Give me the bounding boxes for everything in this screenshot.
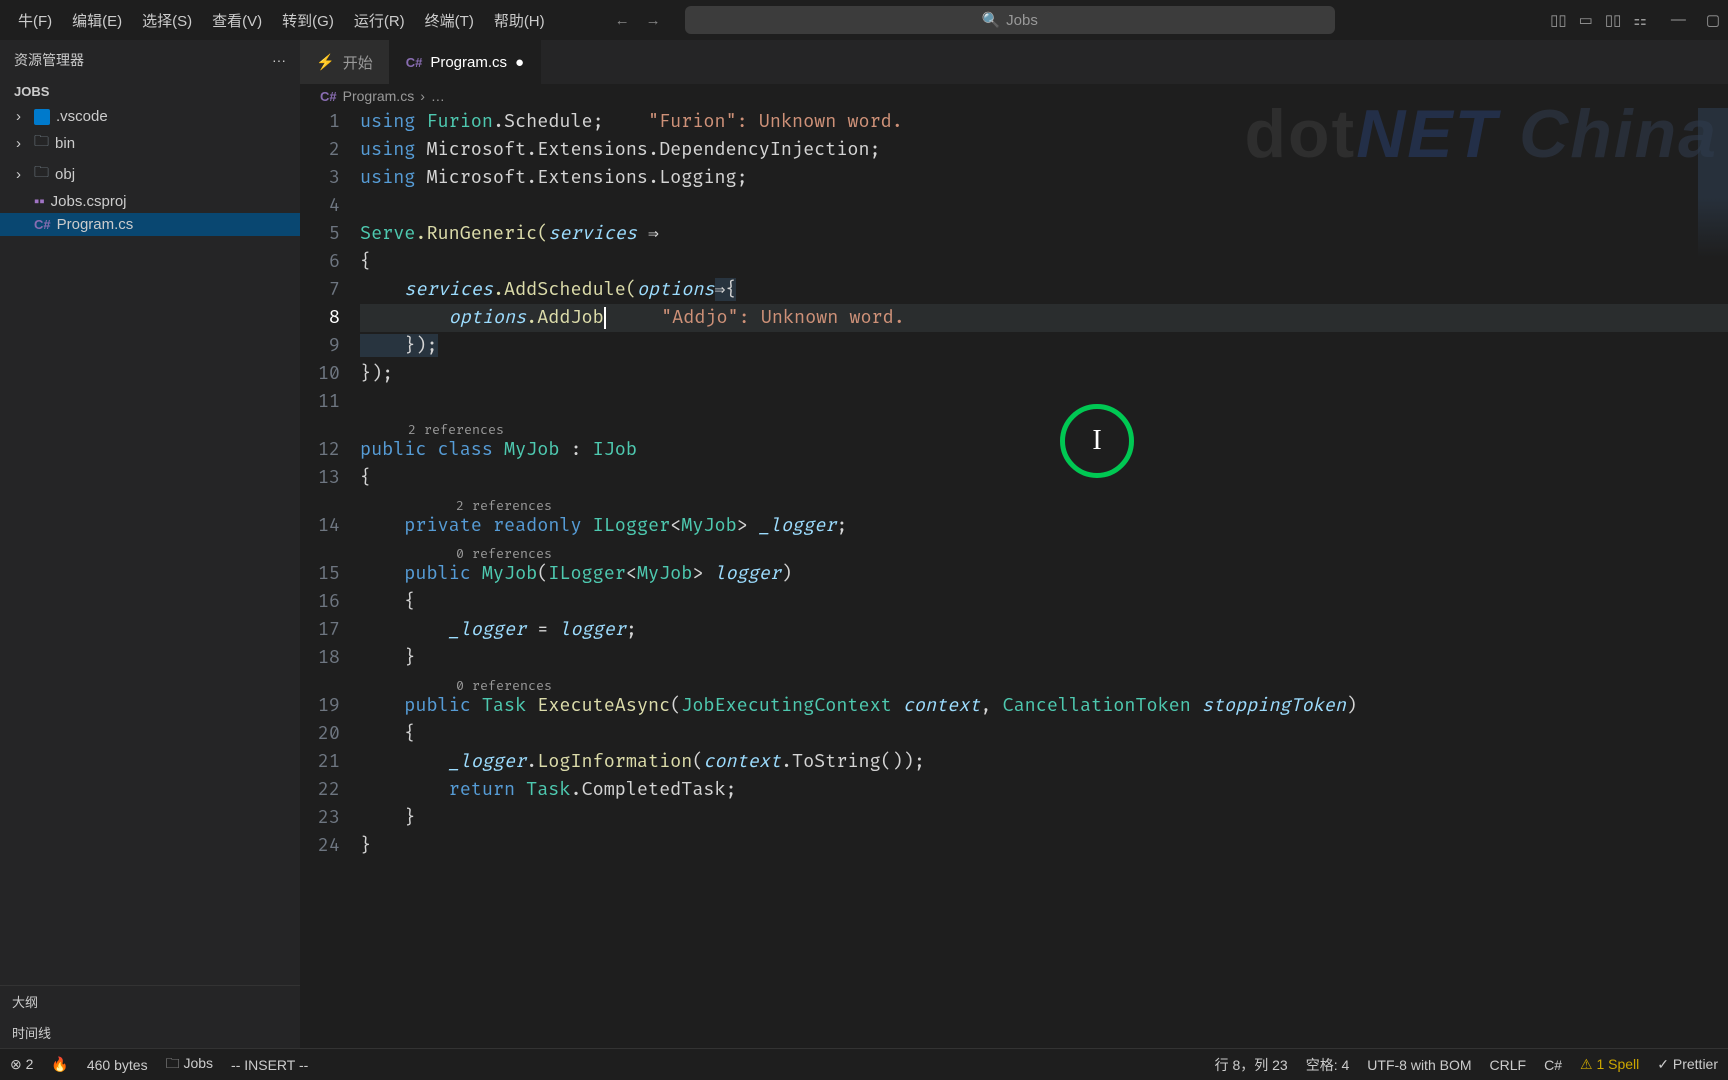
codelens[interactable]: 2 references (360, 492, 1728, 512)
menu-view[interactable]: 查看(V) (202, 6, 272, 35)
explorer-more-icon[interactable]: ··· (272, 52, 286, 68)
breadcrumb[interactable]: C# Program.cs › … (300, 84, 1728, 108)
layout-sidebar-left-icon[interactable]: ▯▯ (1546, 7, 1571, 33)
codelens[interactable]: 0 references (360, 672, 1728, 692)
menu-select[interactable]: 选择(S) (132, 6, 202, 35)
status-position[interactable]: 行 8，列 23 (1215, 1055, 1288, 1075)
tree-file-csproj[interactable]: ▪▪ Jobs.csproj (0, 190, 300, 213)
tab-start[interactable]: ⚡ 开始 (300, 40, 390, 84)
status-prettier[interactable]: ✓ Prettier (1657, 1056, 1718, 1073)
status-errors-icon[interactable]: ⊗ 2 (10, 1056, 33, 1073)
chevron-right-icon: › (16, 135, 28, 152)
folder-icon: 🗀 (34, 162, 49, 187)
status-bytes[interactable]: 460 bytes (87, 1057, 148, 1073)
status-encoding[interactable]: UTF-8 with BOM (1367, 1057, 1471, 1073)
search-text: Jobs (1006, 12, 1038, 29)
status-spell[interactable]: ⚠ 1 Spell (1580, 1056, 1639, 1073)
menu-terminal[interactable]: 终端(T) (415, 6, 484, 35)
line-gutter: 1 2 3 4 5 6 7 8 9 10 11 12 13 14 15 16 1… (300, 108, 360, 1048)
code-editor[interactable]: 1 2 3 4 5 6 7 8 9 10 11 12 13 14 15 16 1… (300, 108, 1728, 1048)
cs-file-icon: C# (406, 55, 423, 70)
chevron-right-icon: › (16, 108, 28, 125)
layout-sidebar-right-icon[interactable]: ▯▯ (1601, 7, 1626, 33)
cs-file-icon: C# (320, 89, 337, 104)
dirty-dot-icon: ● (515, 54, 524, 71)
status-eol[interactable]: CRLF (1490, 1057, 1527, 1073)
editor-area: dotNET China ⚡ 开始 C# Program.cs ● C# Pro… (300, 40, 1728, 1048)
codelens[interactable]: 0 references (360, 540, 1728, 560)
layout-customize-icon[interactable]: ⚏ (1629, 7, 1650, 33)
tree-file-program[interactable]: C# Program.cs (0, 213, 300, 236)
status-vim-mode: -- INSERT -- (231, 1057, 308, 1073)
tree-folder-bin[interactable]: › 🗀 bin (0, 128, 300, 159)
window-maximize-icon[interactable]: ▢ (1706, 11, 1720, 29)
status-branch[interactable]: 🗀 Jobs (166, 1053, 213, 1077)
menu-file[interactable]: 牛(F) (8, 6, 62, 35)
menu-edit[interactable]: 编辑(E) (62, 6, 132, 35)
tab-program[interactable]: C# Program.cs ● (390, 40, 541, 84)
vscode-icon: ⚡ (316, 53, 335, 71)
command-center[interactable]: 🔍 Jobs (685, 6, 1335, 34)
tree-folder-obj[interactable]: › 🗀 obj (0, 159, 300, 190)
window-minimize-icon[interactable]: — (1671, 11, 1686, 29)
status-language[interactable]: C# (1544, 1057, 1562, 1073)
section-header[interactable]: JOBS (0, 80, 300, 103)
tab-bar: ⚡ 开始 C# Program.cs ● (300, 40, 1728, 84)
outline-section[interactable]: 大纲 (0, 986, 300, 1017)
chevron-right-icon: › (16, 166, 28, 183)
search-icon: 🔍 (981, 11, 1000, 29)
menu-run[interactable]: 运行(R) (344, 6, 415, 35)
explorer-title: 资源管理器 (14, 50, 84, 70)
tree-folder-vscode[interactable]: › .vscode (0, 105, 300, 128)
status-flame-icon[interactable]: 🔥 (51, 1056, 68, 1073)
nav-forward-icon[interactable]: → (646, 12, 661, 29)
folder-icon: 🗀 (34, 131, 49, 156)
csproj-icon: ▪▪ (34, 193, 45, 210)
folder-icon (34, 109, 50, 125)
status-bar: ⊗ 2 🔥 460 bytes 🗀 Jobs -- INSERT -- 行 8，… (0, 1048, 1728, 1080)
sidebar-explorer: 资源管理器 ··· JOBS › .vscode › 🗀 bin › 🗀 obj… (0, 40, 300, 1048)
codelens[interactable]: 2 references (360, 416, 1728, 436)
layout-panel-icon[interactable]: ▭ (1575, 7, 1597, 33)
cs-file-icon: C# (34, 217, 51, 232)
code-lines[interactable]: using Furion.Schedule; "Furion": Unknown… (360, 108, 1728, 1048)
menu-help[interactable]: 帮助(H) (484, 6, 555, 35)
menu-bar: 牛(F) 编辑(E) 选择(S) 查看(V) 转到(G) 运行(R) 终端(T)… (0, 0, 1728, 40)
status-indent[interactable]: 空格: 4 (1306, 1055, 1350, 1075)
menu-go[interactable]: 转到(G) (272, 6, 344, 35)
timeline-section[interactable]: 时间线 (0, 1017, 300, 1048)
nav-back-icon[interactable]: ← (615, 12, 630, 29)
